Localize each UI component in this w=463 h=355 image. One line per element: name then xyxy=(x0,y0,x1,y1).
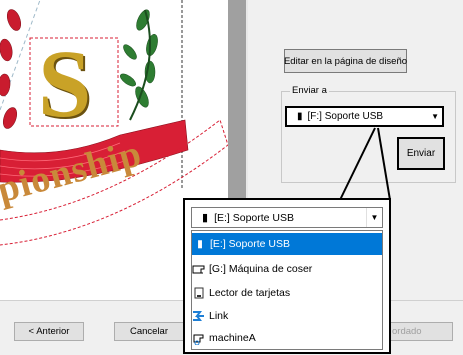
send-to-label: Enviar a xyxy=(290,85,329,96)
dropdown-item-link[interactable]: Link xyxy=(191,305,373,327)
cancel-button[interactable]: Cancelar xyxy=(114,322,184,341)
device-combobox[interactable]: ▮ [F:] Soporte USB ▼ xyxy=(285,106,444,127)
usb-drive-icon: ▮ xyxy=(197,238,203,250)
dropdown-item-label: Lector de tarjetas xyxy=(209,287,291,299)
sewing-machine-icon xyxy=(191,264,207,275)
send-button[interactable]: Enviar xyxy=(397,137,445,170)
dropdown-callout: ▮ [E:] Soporte USB ▼ ▮ [E:] Soporte USB … xyxy=(183,198,391,354)
disabled-button-label: ordado xyxy=(392,326,422,337)
dropdown-item-sewing-machine[interactable]: [G:] Máquina de coser xyxy=(191,258,373,280)
monogram-letter: S xyxy=(38,30,92,137)
dropdown-item-label: [G:] Máquina de coser xyxy=(209,263,313,275)
chevron-down-icon[interactable]: ▼ xyxy=(431,112,439,121)
disabled-button: ordado xyxy=(383,322,453,341)
dropdown-item-label: machineA xyxy=(209,332,256,344)
dropdown-combobox[interactable]: ▮ [E:] Soporte USB ▼ xyxy=(191,207,383,228)
left-laurel xyxy=(0,9,22,129)
dropdown-chevron-icon[interactable]: ▼ xyxy=(366,208,382,227)
usb-drive-icon: ▮ xyxy=(202,212,209,224)
usb-drive-icon: ▮ xyxy=(297,111,303,122)
dropdown-item-usb-e[interactable]: ▮ [E:] Soporte USB xyxy=(192,233,382,255)
edit-design-page-button[interactable]: Editar en la página de diseño xyxy=(284,49,407,73)
link-icon xyxy=(191,310,207,322)
network-machine-icon xyxy=(191,332,207,345)
dropdown-item-label: [E:] Soporte USB xyxy=(210,238,290,250)
card-reader-icon xyxy=(191,287,207,299)
dropdown-item-label: Link xyxy=(209,310,229,322)
dropdown-combobox-value: [E:] Soporte USB xyxy=(214,211,295,224)
right-laurel xyxy=(120,9,158,121)
dropdown-item-machine-a[interactable]: machineA xyxy=(191,327,373,349)
dropdown-item-card-reader[interactable]: Lector de tarjetas xyxy=(191,282,373,304)
back-button[interactable]: < Anterior xyxy=(14,322,84,341)
device-combobox-value: [F:] Soporte USB xyxy=(307,111,384,122)
